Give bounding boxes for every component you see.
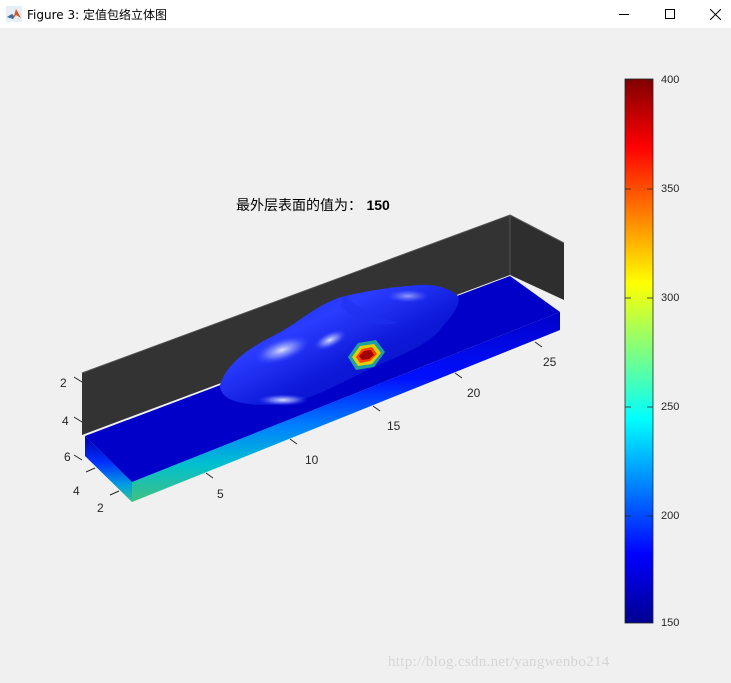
colorbar-tick-label: 250: [661, 401, 680, 413]
x-tick-label: 15: [387, 419, 401, 433]
z-axis-ticks: [73, 376, 83, 461]
x-tick-label: 5: [217, 487, 224, 501]
z-tick-label: 2: [60, 376, 67, 390]
plot-title: 最外层表面的值为： 150: [236, 195, 390, 215]
z-tick-label: 6: [64, 450, 71, 464]
x-tick-label: 25: [543, 355, 557, 369]
plot-title-value: 150: [366, 197, 390, 213]
colorbar-tick-label: 200: [661, 510, 680, 522]
x-tick-label: 20: [467, 386, 481, 400]
x-tick-label: 10: [305, 453, 319, 467]
watermark: http://blog.csdn.net/yangwenbo214: [388, 654, 610, 670]
colorbar-tick-label: 400: [661, 74, 680, 86]
y-tick-label: 2: [97, 501, 104, 515]
colorbar-tick-label: 350: [661, 183, 680, 195]
colorbar-tick-label: 150: [661, 617, 680, 629]
surface-plot-3d[interactable]: [0, 0, 731, 683]
plot-title-label: 最外层表面的值为：: [236, 198, 362, 214]
y-tick-label: 4: [73, 484, 80, 498]
colorbar[interactable]: [624, 78, 654, 624]
z-tick-label: 4: [62, 414, 69, 428]
colorbar-tick-label: 300: [661, 292, 680, 304]
